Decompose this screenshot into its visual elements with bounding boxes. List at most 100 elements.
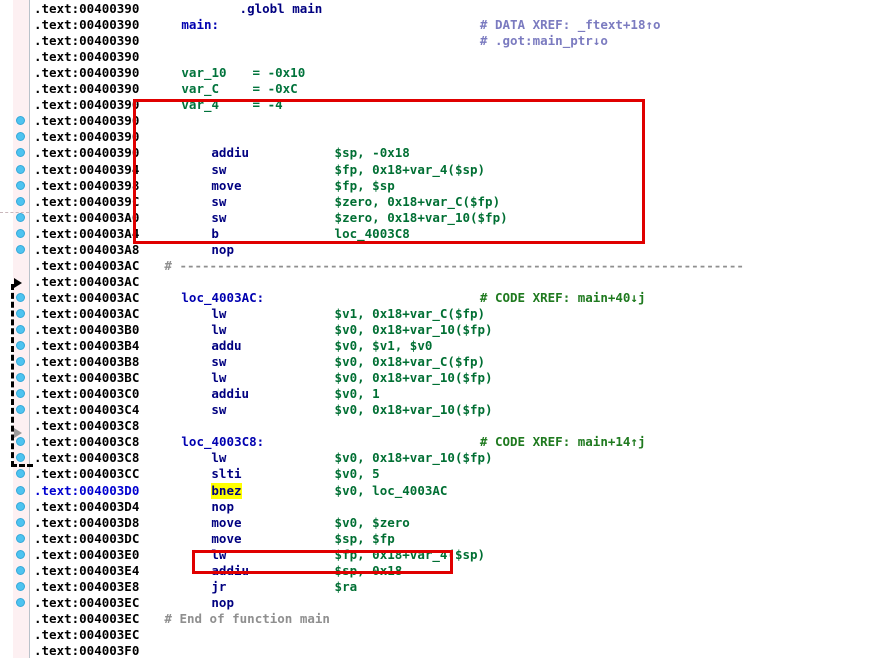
line-address[interactable]: .text:004003AC: [34, 274, 139, 290]
line-marker-dot[interactable]: [16, 501, 25, 511]
instruction-operands[interactable]: $sp, -0x18: [335, 145, 410, 161]
instruction-mnemonic[interactable]: lw: [211, 450, 226, 466]
code-line[interactable]: .text:004003B8 sw $v0, 0x18+var_C($fp): [34, 354, 889, 370]
line-marker-dot[interactable]: [16, 164, 25, 174]
line-address[interactable]: .text:004003A0: [34, 210, 139, 226]
line-marker-dot[interactable]: [16, 212, 25, 222]
instruction-mnemonic[interactable]: slti: [211, 466, 241, 482]
line-address[interactable]: .text:0040039C: [34, 194, 139, 210]
instruction-operands[interactable]: $v0, $zero: [335, 515, 410, 531]
line-address[interactable]: .text:004003CC: [34, 466, 139, 482]
line-marker-dot[interactable]: [16, 549, 25, 559]
instruction-operands[interactable]: $v0, 0x18+var_C($fp): [335, 354, 486, 370]
code-line[interactable]: .text:004003EC: [34, 627, 889, 643]
instruction-mnemonic[interactable]: addiu: [211, 145, 249, 161]
code-line[interactable]: .text:004003AC lw $v1, 0x18+var_C($fp): [34, 306, 889, 322]
line-address[interactable]: .text:004003A8: [34, 242, 139, 258]
code-line[interactable]: .text:004003D0 bnez $v0, loc_4003AC: [34, 482, 889, 499]
code-line[interactable]: .text:004003D4 nop: [34, 499, 889, 515]
instruction-mnemonic[interactable]: nop: [211, 499, 234, 515]
line-address[interactable]: .text:004003C8: [34, 418, 139, 434]
instruction-operands[interactable]: $zero, 0x18+var_C($fp): [335, 194, 501, 210]
line-marker-dot[interactable]: [16, 469, 25, 479]
line-address[interactable]: .text:00400390: [34, 129, 139, 145]
code-line[interactable]: .text:004003B0 lw $v0, 0x18+var_10($fp): [34, 322, 889, 338]
code-line[interactable]: .text:0040039C sw $zero, 0x18+var_C($fp): [34, 194, 889, 210]
line-address[interactable]: .text:00400390: [34, 65, 139, 81]
line-marker-dot[interactable]: [16, 485, 25, 495]
instruction-mnemonic[interactable]: sw: [211, 354, 226, 370]
instruction-mnemonic[interactable]: lw: [211, 547, 226, 563]
instruction-mnemonic[interactable]: move: [211, 531, 241, 547]
line-marker-dot[interactable]: [16, 132, 25, 142]
line-address[interactable]: .text:00400390: [34, 49, 139, 65]
line-address[interactable]: .text:004003F0: [34, 643, 139, 658]
stack-variable-name[interactable]: var_C: [181, 81, 219, 97]
code-line[interactable]: .text:004003C8 lw $v0, 0x18+var_10($fp): [34, 450, 889, 466]
instruction-mnemonic[interactable]: sw: [211, 162, 226, 178]
instruction-operands[interactable]: $v0, 0x18+var_10($fp): [335, 322, 493, 338]
instruction-mnemonic[interactable]: bnez: [211, 482, 242, 499]
line-address[interactable]: .text:004003E8: [34, 579, 139, 595]
instruction-operands[interactable]: $v0, 5: [335, 466, 380, 482]
line-address[interactable]: .text:00400390: [34, 17, 139, 33]
line-marker-dot[interactable]: [16, 453, 25, 463]
line-address[interactable]: .text:004003B0: [34, 322, 139, 338]
code-line[interactable]: .text:00400390 var_10 = -0x10: [34, 65, 889, 81]
code-line[interactable]: .text:004003DC move $sp, $fp: [34, 531, 889, 547]
instruction-operands[interactable]: $fp, 0x18+var_4($sp): [335, 162, 486, 178]
code-line[interactable]: .text:00400390 .globl main: [34, 1, 889, 17]
line-address[interactable]: .text:00400390: [34, 33, 139, 49]
instruction-mnemonic[interactable]: jr: [211, 579, 226, 595]
line-address[interactable]: .text:004003D8: [34, 515, 139, 531]
instruction-mnemonic[interactable]: addu: [211, 338, 241, 354]
instruction-mnemonic[interactable]: lw: [211, 370, 226, 386]
instruction-operands[interactable]: $ra: [335, 579, 358, 595]
line-address[interactable]: .text:004003EC: [34, 627, 139, 643]
instruction-mnemonic[interactable]: lw: [211, 306, 226, 322]
line-marker-dot[interactable]: [16, 341, 25, 351]
line-marker-dot[interactable]: [16, 517, 25, 527]
line-marker-dot[interactable]: [16, 581, 25, 591]
instruction-operands[interactable]: $v0, loc_4003AC: [335, 483, 448, 499]
code-line[interactable]: .text:004003EC # End of function main: [34, 611, 889, 627]
instruction-mnemonic[interactable]: move: [211, 515, 241, 531]
line-marker-dot[interactable]: [16, 148, 25, 158]
line-marker-dot[interactable]: [16, 565, 25, 575]
code-line[interactable]: .text:00400390 main: # DATA XREF: _ftext+1…: [34, 17, 889, 33]
line-address[interactable]: .text:00400390: [34, 113, 139, 129]
line-marker-dot[interactable]: [16, 325, 25, 334]
line-marker-dot[interactable]: [16, 308, 25, 318]
instruction-mnemonic[interactable]: nop: [211, 595, 234, 611]
instruction-mnemonic[interactable]: sw: [211, 194, 226, 210]
line-address[interactable]: .text:004003EC: [34, 595, 139, 611]
line-address[interactable]: .text:00400390: [34, 145, 139, 161]
line-address[interactable]: .text:004003AC: [34, 258, 139, 274]
code-line[interactable]: .text:004003C8 loc_4003C8: # CODE XREF: ma…: [34, 434, 889, 450]
code-line[interactable]: .text:004003AC loc_4003AC: # CODE XREF: ma…: [34, 290, 889, 306]
line-address[interactable]: .text:004003EC: [34, 611, 139, 627]
code-line[interactable]: .text:004003CC slti $v0, 5: [34, 466, 889, 482]
line-address[interactable]: .text:004003D0: [34, 483, 139, 499]
code-line[interactable]: .text:00400398 move $fp, $sp: [34, 178, 889, 194]
line-marker-dot[interactable]: [16, 196, 25, 206]
line-marker-dot[interactable]: [16, 180, 25, 190]
line-marker-dot[interactable]: [16, 437, 25, 447]
code-line[interactable]: .text:004003E4 addiu $sp, 0x18: [34, 563, 889, 579]
code-line[interactable]: .text:00400390: [34, 49, 889, 65]
line-marker-dot[interactable]: [16, 533, 25, 543]
line-marker-dots[interactable]: [0, 0, 30, 658]
code-line[interactable]: .text:004003C0 addiu $v0, 1: [34, 386, 889, 402]
instruction-mnemonic[interactable]: sw: [211, 402, 226, 418]
code-line[interactable]: .text:004003C8: [34, 418, 889, 434]
instruction-operands[interactable]: $fp, 0x18+var_4($sp): [335, 547, 486, 563]
code-line[interactable]: .text:004003D8 move $v0, $zero: [34, 515, 889, 531]
code-line[interactable]: .text:004003AC # ------------------------…: [34, 258, 889, 274]
instruction-mnemonic[interactable]: addiu: [211, 563, 249, 579]
code-line[interactable]: .text:00400394 sw $fp, 0x18+var_4($sp): [34, 162, 889, 178]
line-address[interactable]: .text:004003B4: [34, 338, 139, 354]
instruction-operands[interactable]: $v1, 0x18+var_C($fp): [335, 306, 486, 322]
instruction-operands[interactable]: $sp, $fp: [335, 531, 395, 547]
line-address[interactable]: .text:004003E4: [34, 563, 139, 579]
instruction-operands[interactable]: $sp, 0x18: [335, 563, 403, 579]
